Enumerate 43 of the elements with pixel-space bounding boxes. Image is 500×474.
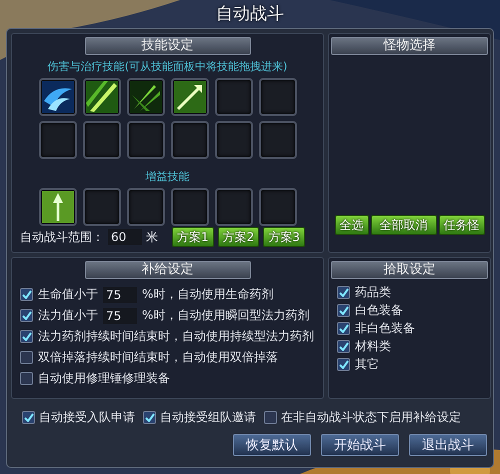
checkbox[interactable] (264, 411, 277, 424)
section-header: 拾取设定 (331, 261, 488, 279)
checkbox[interactable] (337, 358, 350, 370)
unit-label: 米 (146, 228, 158, 246)
checkbox[interactable] (20, 288, 33, 301)
checkbox[interactable] (22, 411, 35, 424)
option-label: 药品类 (355, 284, 391, 300)
section-header: 怪物选择 (331, 37, 488, 55)
action-button[interactable]: 退出战斗 (409, 434, 487, 456)
option-label: 在非自动战斗状态下启用补给设定 (281, 409, 461, 426)
option-label: 双倍掉落持续时间结束时，自动使用双倍掉落 (38, 349, 278, 366)
option-label: 法力药剂持续时间结束时，自动使用持续型法力药剂 (38, 328, 314, 345)
checkbox[interactable] (143, 411, 156, 424)
checkbox[interactable] (337, 340, 350, 352)
action-button[interactable]: 恢复默认 (233, 434, 311, 456)
option-label: 其它 (355, 356, 379, 372)
option-label: %时，自动使用瞬回型法力药剂 (142, 307, 310, 324)
checkbox[interactable] (20, 330, 33, 343)
threshold-field[interactable]: 75 (103, 286, 137, 302)
window-title: 自动战斗 (216, 3, 284, 26)
section-header: 技能设定 (84, 37, 250, 55)
option-label: 白色装备 (355, 302, 403, 318)
option-label: 自动接受组队邀请 (160, 409, 256, 426)
option-label: %时，自动使用生命药剂 (142, 286, 274, 303)
option-label: 材料类 (355, 338, 391, 354)
option-label: 非白色装备 (355, 320, 415, 336)
section-caption: 伤害与治疗技能(可从技能面板中将技能拖拽进来) (48, 59, 288, 74)
checkbox[interactable] (20, 351, 33, 364)
option-label: 生命值小于 (38, 286, 98, 303)
section-caption: 增益技能 (146, 169, 190, 184)
checkbox[interactable] (20, 372, 33, 385)
checkbox[interactable] (20, 309, 33, 322)
section-header: 补给设定 (84, 261, 250, 279)
checkbox[interactable] (337, 286, 350, 298)
range-label: 自动战斗范围： (20, 228, 104, 246)
checkbox[interactable] (337, 304, 350, 316)
action-button[interactable]: 开始战斗 (321, 434, 399, 456)
range-field[interactable]: 60 (108, 229, 142, 245)
checkbox[interactable] (337, 322, 350, 334)
threshold-field[interactable]: 75 (103, 308, 137, 324)
option-label: 自动接受入队申请 (39, 409, 135, 426)
option-label: 自动使用修理锤修理装备 (38, 370, 170, 387)
option-label: 法力值小于 (38, 307, 98, 324)
